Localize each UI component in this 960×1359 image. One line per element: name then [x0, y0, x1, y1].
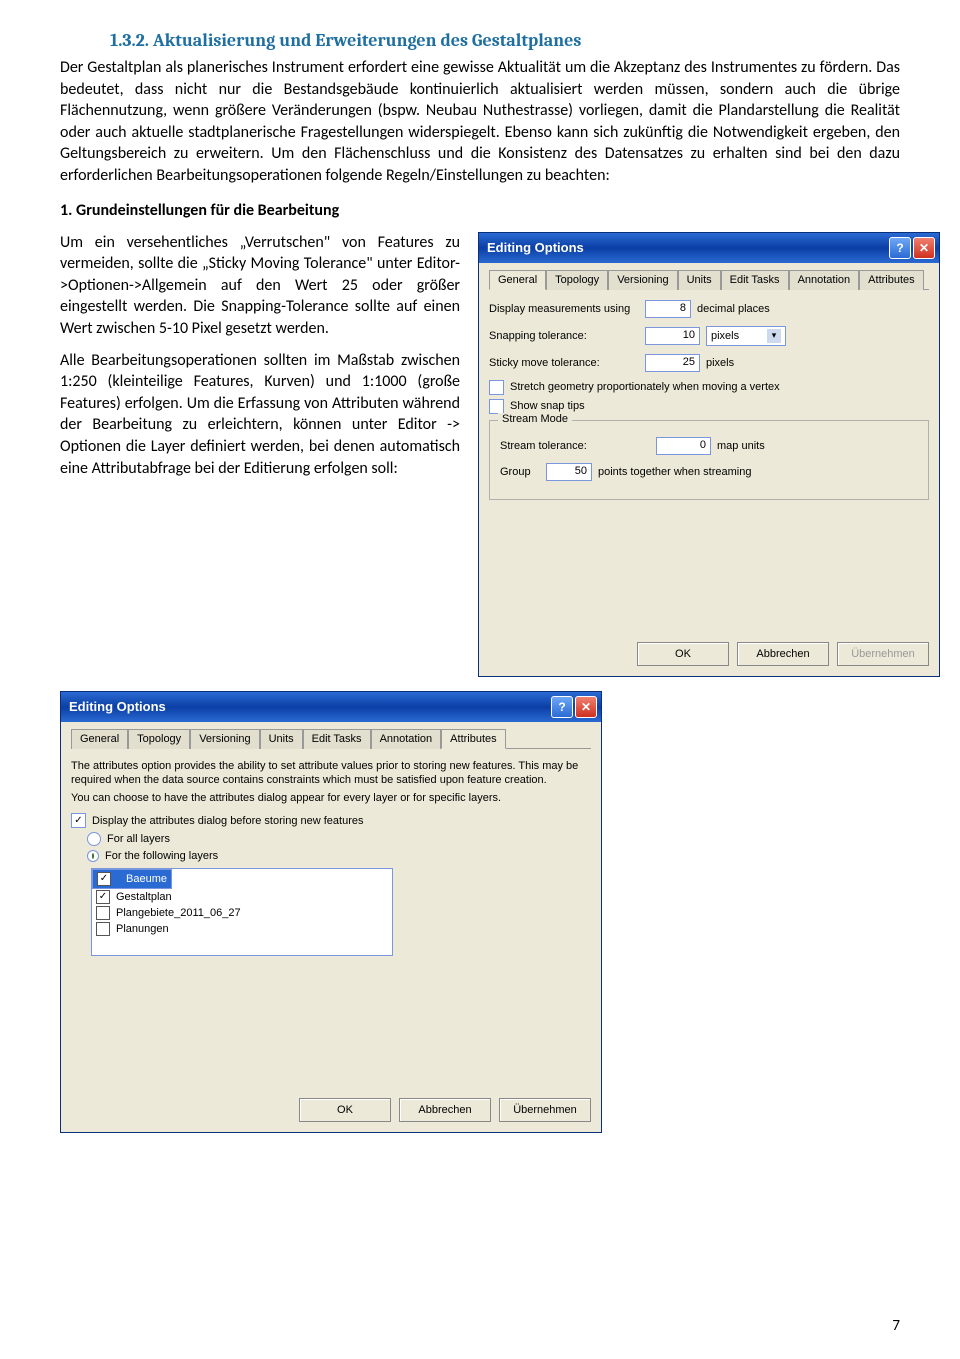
cancel-button[interactable]: Abbrechen: [399, 1098, 491, 1122]
tab-strip: General Topology Versioning Units Edit T…: [71, 728, 591, 749]
for-all-layers-radio[interactable]: [87, 832, 101, 846]
layer-label: Gestaltplan: [116, 891, 172, 903]
tab-versioning[interactable]: Versioning: [608, 270, 677, 290]
for-following-layers-radio[interactable]: [87, 850, 99, 862]
tab-annotation[interactable]: Annotation: [789, 270, 860, 290]
dialog-title: Editing Options: [487, 240, 584, 255]
dialog-title: Editing Options: [69, 699, 166, 714]
close-button[interactable]: ✕: [913, 237, 935, 259]
snapping-tolerance-unit: pixels: [711, 330, 739, 342]
layer-label: Planungen: [116, 923, 169, 935]
tab-topology[interactable]: Topology: [546, 270, 608, 290]
editing-options-dialog-attributes: Editing Options ? ✕ General Topology Ver…: [60, 691, 602, 1134]
stream-tolerance-label: Stream tolerance:: [500, 440, 650, 452]
ok-button[interactable]: OK: [637, 642, 729, 666]
group-label: Group: [500, 466, 540, 478]
layer-list[interactable]: ✓ Baeume ✓ Gestaltplan Plangebiete_2011_…: [91, 868, 393, 956]
display-measurements-input[interactable]: 8: [645, 300, 691, 318]
tab-general[interactable]: General: [489, 270, 546, 290]
section-heading: 1.3.2. Aktualisierung und Erweiterungen …: [110, 30, 900, 51]
attributes-description-2: You can choose to have the attributes di…: [71, 791, 591, 805]
display-measurements-label: Display measurements using: [489, 303, 639, 315]
chevron-down-icon: ▾: [767, 329, 781, 343]
show-snap-tips-checkbox[interactable]: [489, 399, 504, 414]
group-input[interactable]: 50: [546, 463, 592, 481]
apply-button[interactable]: Übernehmen: [837, 642, 929, 666]
display-attributes-label: Display the attributes dialog before sto…: [92, 815, 364, 827]
layer-label: Plangebiete_2011_06_27: [116, 907, 241, 919]
apply-button[interactable]: Übernehmen: [499, 1098, 591, 1122]
group-suffix: points together when streaming: [598, 466, 751, 478]
tab-units[interactable]: Units: [678, 270, 721, 290]
layer-checkbox[interactable]: ✓: [97, 872, 111, 886]
stretch-geometry-label: Stretch geometry proportionately when mo…: [510, 381, 780, 393]
snapping-tolerance-input[interactable]: 10: [645, 327, 700, 345]
editing-options-dialog-general: Editing Options ? ✕ General Topology Ver…: [478, 232, 940, 677]
stream-mode-legend: Stream Mode: [498, 413, 572, 425]
subheading: 1. Grundeinstellungen für die Bearbeitun…: [60, 201, 900, 220]
stretch-geometry-checkbox[interactable]: [489, 380, 504, 395]
layer-checkbox[interactable]: [96, 922, 110, 936]
tab-attributes[interactable]: Attributes: [859, 270, 923, 290]
layer-item[interactable]: ✓ Gestaltplan: [92, 889, 392, 905]
sticky-move-label: Sticky move tolerance:: [489, 357, 639, 369]
display-attributes-checkbox[interactable]: ✓: [71, 813, 86, 828]
tab-topology[interactable]: Topology: [128, 729, 190, 749]
help-button[interactable]: ?: [551, 696, 573, 718]
for-all-layers-label: For all layers: [107, 833, 170, 845]
close-button[interactable]: ✕: [575, 696, 597, 718]
dialog-titlebar[interactable]: Editing Options ? ✕: [479, 233, 939, 263]
layer-item[interactable]: ✓ Baeume: [92, 869, 172, 889]
sticky-move-unit: pixels: [706, 357, 734, 369]
tab-general[interactable]: General: [71, 729, 128, 749]
layer-item[interactable]: Plangebiete_2011_06_27: [92, 905, 392, 921]
settings-paragraph-2: Alle Bearbeitungsoperationen sollten im …: [60, 350, 460, 480]
tab-edit-tasks[interactable]: Edit Tasks: [303, 729, 371, 749]
for-following-layers-label: For the following layers: [105, 850, 218, 862]
sticky-move-input[interactable]: 25: [645, 354, 700, 372]
cancel-button[interactable]: Abbrechen: [737, 642, 829, 666]
page-number: 7: [892, 1317, 900, 1335]
layer-item[interactable]: Planungen: [92, 921, 392, 937]
settings-paragraph-1: Um ein versehentliches „Verrutschen" von…: [60, 232, 460, 340]
tab-units[interactable]: Units: [260, 729, 303, 749]
layer-label: Baeume: [126, 873, 167, 885]
tab-annotation[interactable]: Annotation: [371, 729, 442, 749]
help-button[interactable]: ?: [889, 237, 911, 259]
display-measurements-unit: decimal places: [697, 303, 770, 315]
stream-mode-fieldset: Stream Mode Stream tolerance: 0 map unit…: [489, 420, 929, 500]
snapping-tolerance-label: Snapping tolerance:: [489, 330, 639, 342]
dialog-titlebar[interactable]: Editing Options ? ✕: [61, 692, 601, 722]
ok-button[interactable]: OK: [299, 1098, 391, 1122]
layer-checkbox[interactable]: ✓: [96, 890, 110, 904]
snapping-tolerance-unit-select[interactable]: pixels ▾: [706, 326, 786, 346]
intro-paragraph: Der Gestaltplan als planerisches Instrum…: [60, 57, 900, 187]
tab-versioning[interactable]: Versioning: [190, 729, 259, 749]
tab-edit-tasks[interactable]: Edit Tasks: [721, 270, 789, 290]
layer-checkbox[interactable]: [96, 906, 110, 920]
stream-tolerance-unit: map units: [717, 440, 765, 452]
stream-tolerance-input[interactable]: 0: [656, 437, 711, 455]
tab-attributes[interactable]: Attributes: [441, 729, 505, 749]
show-snap-tips-label: Show snap tips: [510, 400, 585, 412]
tab-strip: General Topology Versioning Units Edit T…: [489, 269, 929, 290]
attributes-description-1: The attributes option provides the abili…: [71, 759, 591, 788]
